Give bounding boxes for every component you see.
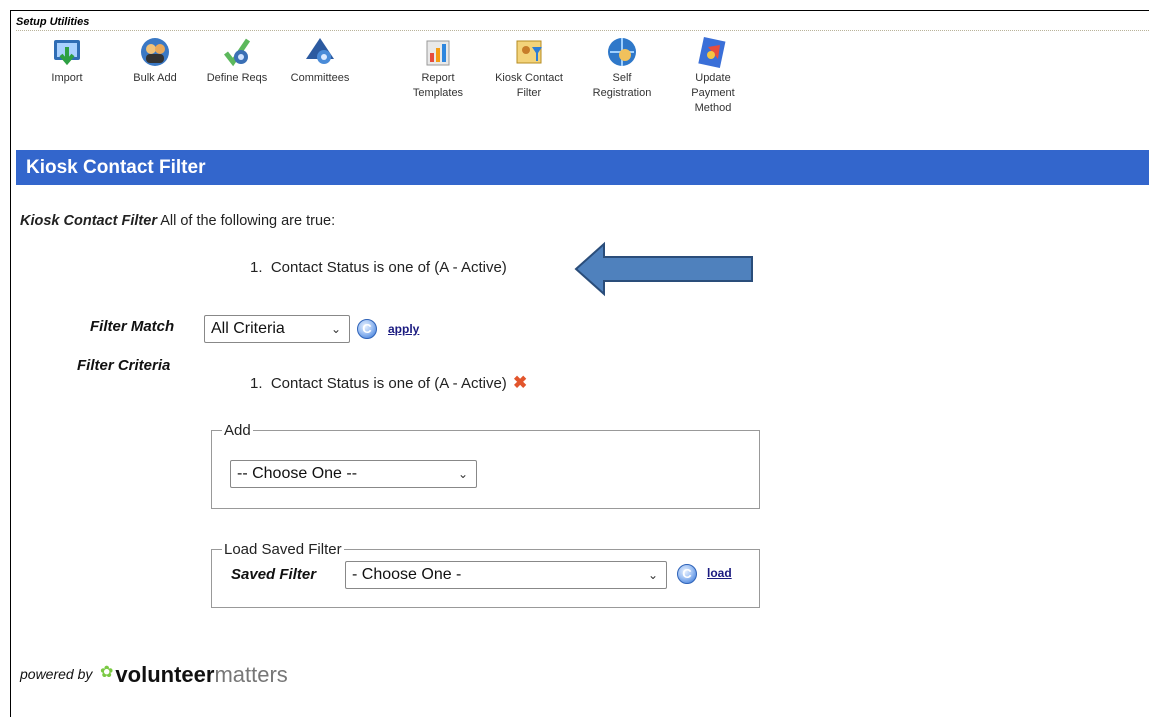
- tool-update-payment-method[interactable]: Update Payment Method: [673, 35, 753, 116]
- criteria-item: 1. Contact Status is one of (A - Active)…: [250, 373, 527, 393]
- update-payment-method-icon: [698, 36, 726, 68]
- add-criteria-select[interactable]: -- Choose One -- ⌄: [230, 460, 477, 488]
- tool-import[interactable]: Import: [27, 35, 107, 86]
- load-refresh-icon[interactable]: C: [677, 564, 697, 584]
- saved-filter-select[interactable]: - Choose One - ⌄: [345, 561, 667, 589]
- filter-criteria-label: Filter Criteria: [77, 357, 171, 374]
- chevron-down-icon: ⌄: [330, 322, 341, 336]
- add-criteria-value: -- Choose One --: [237, 465, 358, 482]
- powered-by-text: powered by: [20, 666, 93, 682]
- define-reqs-icon: [224, 38, 251, 67]
- committees-icon: [306, 38, 334, 64]
- left-arrow-annotation: [574, 241, 753, 297]
- criteria-item-text: 1. Contact Status is one of (A - Active): [250, 375, 507, 392]
- apply-link[interactable]: apply: [388, 322, 419, 336]
- section-title-bar: Kiosk Contact Filter: [16, 150, 1149, 185]
- saved-filter-label: Saved Filter: [231, 566, 317, 583]
- section-title: Kiosk Contact Filter: [26, 157, 206, 178]
- tool-report-templates[interactable]: Report Templates: [398, 35, 478, 101]
- tool-committees[interactable]: Committees: [280, 35, 360, 86]
- chevron-down-icon: ⌄: [457, 467, 468, 481]
- load-link[interactable]: load: [707, 566, 732, 580]
- filter-match-value: All Criteria: [211, 320, 285, 337]
- import-icon: [54, 40, 80, 66]
- brand-strong: volunteer: [115, 662, 215, 687]
- delete-criteria-icon[interactable]: ✖: [513, 373, 527, 393]
- filter-match-label: Filter Match: [90, 318, 175, 335]
- tool-define-reqs[interactable]: Define Reqs: [197, 35, 277, 86]
- summary-item: 1. Contact Status is one of (A - Active): [250, 259, 507, 276]
- saved-filter-value: - Choose One -: [352, 566, 462, 583]
- report-templates-icon: [426, 40, 450, 66]
- tool-bulk-add[interactable]: Bulk Add: [115, 35, 195, 86]
- add-legend: Add: [224, 422, 251, 439]
- filter-summary-name: Kiosk Contact Filter: [20, 213, 157, 229]
- tool-kiosk-contact-filter[interactable]: Kiosk Contact Filter: [489, 35, 569, 101]
- self-registration-icon: [608, 38, 636, 66]
- brand-light: matters: [214, 662, 288, 687]
- volunteermatters-logo[interactable]: ✿volunteermatters: [100, 662, 288, 688]
- chevron-down-icon: ⌄: [647, 568, 658, 582]
- tool-self-registration[interactable]: Self Registration: [582, 35, 662, 101]
- page-frame: [10, 10, 1149, 717]
- apply-refresh-icon[interactable]: C: [357, 319, 377, 339]
- kiosk-contact-filter-icon: [516, 40, 542, 64]
- bulk-add-icon: [141, 38, 169, 66]
- header-divider: [16, 30, 1149, 31]
- filter-match-select[interactable]: All Criteria ⌄: [204, 315, 350, 343]
- filter-summary: Kiosk Contact Filter All of the followin…: [20, 213, 335, 229]
- flower-icon: ✿: [100, 664, 114, 681]
- setup-utilities-header: Setup Utilities: [16, 16, 90, 28]
- filter-summary-text: All of the following are true:: [160, 213, 336, 229]
- load-saved-filter-legend: Load Saved Filter: [224, 541, 342, 558]
